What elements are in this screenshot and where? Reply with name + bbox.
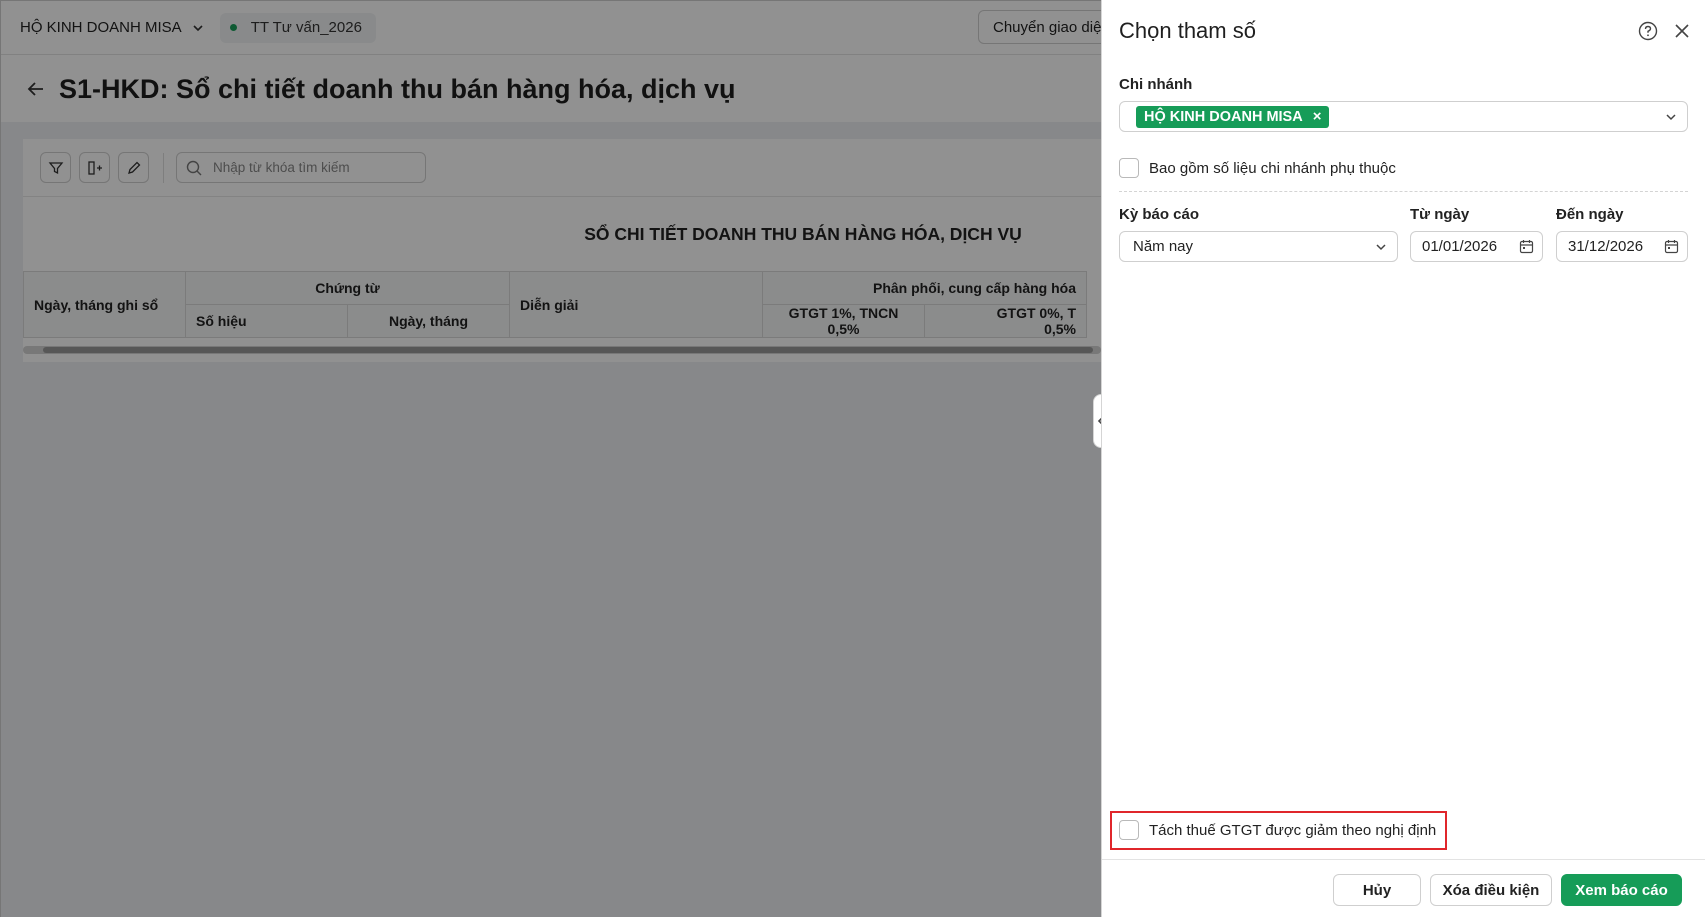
branch-select[interactable]: HỘ KINH DOANH MISA × xyxy=(1119,101,1688,132)
to-date-label: Đến ngày xyxy=(1556,206,1624,223)
clear-conditions-button[interactable]: Xóa điều kiện xyxy=(1430,874,1552,906)
to-date-input[interactable]: 31/12/2026 xyxy=(1556,231,1688,262)
branch-label: Chi nhánh xyxy=(1119,76,1193,93)
help-icon[interactable] xyxy=(1637,20,1659,42)
period-label: Kỳ báo cáo xyxy=(1119,206,1200,223)
separate-vat-checkbox[interactable] xyxy=(1119,820,1139,840)
separate-vat-option[interactable]: Tách thuế GTGT được giảm theo nghị định xyxy=(1119,820,1436,840)
to-date-value: 31/12/2026 xyxy=(1568,238,1644,255)
calendar-icon[interactable] xyxy=(1664,239,1679,254)
divider xyxy=(1119,191,1688,192)
calendar-icon[interactable] xyxy=(1519,239,1534,254)
branch-tag-label: HỘ KINH DOANH MISA xyxy=(1144,108,1303,125)
from-date-label: Từ ngày xyxy=(1410,206,1470,223)
branch-tag: HỘ KINH DOANH MISA × xyxy=(1136,105,1330,128)
panel-title: Chọn tham số xyxy=(1119,18,1256,43)
include-dependent-label: Bao gồm số liệu chi nhánh phụ thuộc xyxy=(1149,159,1396,177)
from-date-value: 01/01/2026 xyxy=(1422,238,1498,255)
chevron-down-icon xyxy=(1666,114,1676,121)
include-dependent-checkbox[interactable] xyxy=(1119,158,1139,178)
from-date-input[interactable]: 01/01/2026 xyxy=(1410,231,1543,262)
footer-divider xyxy=(1102,859,1705,860)
view-report-button[interactable]: Xem báo cáo xyxy=(1561,874,1682,906)
close-icon[interactable] xyxy=(1671,20,1693,42)
include-dependent-option[interactable]: Bao gồm số liệu chi nhánh phụ thuộc xyxy=(1119,158,1396,178)
parameter-panel: Chọn tham số Chi nhánh HỘ KINH DOANH MIS… xyxy=(1101,0,1705,917)
period-select[interactable]: Năm nay xyxy=(1119,231,1398,262)
panel-header: Chọn tham số xyxy=(1119,14,1693,48)
modal-overlay[interactable] xyxy=(0,0,1101,917)
period-value: Năm nay xyxy=(1133,238,1194,255)
chevron-down-icon xyxy=(1376,244,1386,251)
remove-tag-icon[interactable]: × xyxy=(1313,108,1322,125)
separate-vat-label: Tách thuế GTGT được giảm theo nghị định xyxy=(1149,821,1437,839)
cancel-button[interactable]: Hủy xyxy=(1333,874,1421,906)
